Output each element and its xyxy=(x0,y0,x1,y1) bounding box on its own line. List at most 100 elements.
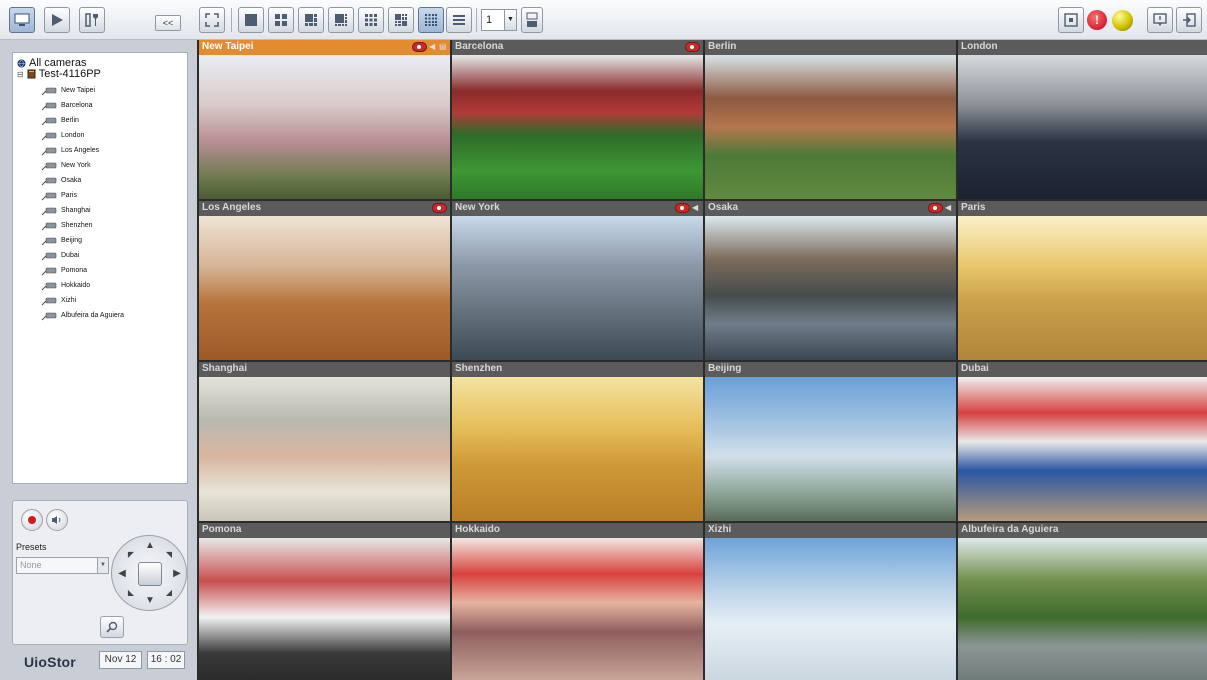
ptz-home-button[interactable] xyxy=(138,562,162,586)
playback-button[interactable] xyxy=(44,7,70,33)
camera-video-feed[interactable] xyxy=(452,377,703,521)
camera-tile[interactable]: Beijing xyxy=(705,362,956,521)
pan-up-button[interactable]: ▲ xyxy=(143,539,157,553)
camera-video-feed[interactable] xyxy=(199,538,450,680)
layout-9-button[interactable] xyxy=(358,7,384,33)
layout-9-icon xyxy=(365,14,377,26)
layout-list-button[interactable] xyxy=(446,7,472,33)
camera-video-feed[interactable] xyxy=(958,377,1207,521)
camera-tree-label: New Taipei xyxy=(61,87,96,94)
camera-tile[interactable]: Los Angeles xyxy=(199,201,450,360)
camera-tree-item[interactable]: Hokkaido xyxy=(41,278,90,293)
camera-tree-item[interactable]: London xyxy=(41,128,84,143)
pan-down-left-button[interactable]: ◣ xyxy=(124,586,138,600)
layout-16-button[interactable] xyxy=(418,7,444,33)
pan-right-button[interactable]: ▶ xyxy=(170,567,184,581)
layout-1-button[interactable] xyxy=(238,7,264,33)
camera-tile[interactable]: Pomona xyxy=(199,523,450,680)
collapse-panel-button[interactable]: << xyxy=(155,15,181,31)
collapse-toggle-icon[interactable]: ⊟ xyxy=(17,70,24,79)
camera-video-feed[interactable] xyxy=(452,216,703,360)
page-select[interactable]: 1 ▼ xyxy=(481,9,517,31)
camera-tile[interactable]: Xizhi xyxy=(705,523,956,680)
camera-video-feed[interactable] xyxy=(958,216,1207,360)
info-button[interactable] xyxy=(1147,7,1173,33)
sequence-button[interactable] xyxy=(521,7,543,33)
layout-8-icon xyxy=(335,14,347,26)
logout-button[interactable] xyxy=(1176,7,1202,33)
snapshot-icon xyxy=(1064,13,1078,27)
audio-button[interactable] xyxy=(46,509,68,531)
camera-video-feed[interactable] xyxy=(958,55,1207,199)
camera-video-feed[interactable] xyxy=(452,538,703,680)
camera-video-feed[interactable] xyxy=(705,538,956,680)
camera-video-feed[interactable] xyxy=(705,55,956,199)
settings-button[interactable] xyxy=(79,7,105,33)
camera-tile[interactable]: Barcelona xyxy=(452,40,703,199)
camera-tree-item[interactable]: Dubai xyxy=(41,248,79,263)
camera-tree-item[interactable]: Berlin xyxy=(41,113,79,128)
sequence-icon xyxy=(526,12,538,27)
camera-tile-header: Los Angeles xyxy=(199,201,450,216)
layout-16-icon xyxy=(425,14,437,26)
camera-tile-name: London xyxy=(961,41,998,52)
pan-left-button[interactable]: ◀ xyxy=(115,567,129,581)
speaker-icon xyxy=(52,516,61,524)
camera-tile[interactable]: Paris xyxy=(958,201,1207,360)
camera-tree-label: Albufeira da Aguiera xyxy=(61,312,125,319)
magnifier-icon xyxy=(106,621,118,633)
pan-up-right-button[interactable]: ◥ xyxy=(162,548,176,562)
camera-tile[interactable]: Albufeira da Aguiera xyxy=(958,523,1207,680)
layout-4-button[interactable] xyxy=(268,7,294,33)
layout-6-button[interactable] xyxy=(298,7,324,33)
pan-down-button[interactable]: ▼ xyxy=(143,594,157,608)
camera-video-feed[interactable] xyxy=(199,216,450,360)
camera-tile-header: Hokkaido xyxy=(452,523,703,538)
camera-tile[interactable]: New York ◀ xyxy=(452,201,703,360)
camera-tile[interactable]: Shenzhen xyxy=(452,362,703,521)
pan-down-right-button[interactable]: ◢ xyxy=(162,586,176,600)
layout-8-button[interactable] xyxy=(328,7,354,33)
tree-server[interactable]: ⊟ Test-4116PP xyxy=(17,68,101,80)
presets-select[interactable]: None ▼ xyxy=(16,557,109,574)
camera-video-feed[interactable] xyxy=(705,377,956,521)
camera-video-feed[interactable] xyxy=(199,377,450,521)
camera-tree-item[interactable]: Shenzhen xyxy=(41,218,93,233)
camera-tile[interactable]: Hokkaido xyxy=(452,523,703,680)
camera-tile[interactable]: London xyxy=(958,40,1207,199)
camera-tree-item[interactable]: New Taipei xyxy=(41,83,95,98)
camera-tree-item[interactable]: Albufeira da Aguiera xyxy=(41,308,124,323)
camera-video-feed[interactable] xyxy=(452,55,703,199)
record-button[interactable] xyxy=(21,509,43,531)
camera-tree-item[interactable]: New York xyxy=(41,158,91,173)
snapshot-button[interactable] xyxy=(1058,7,1084,33)
play-icon xyxy=(52,14,63,26)
camera-tree-item[interactable]: Beijing xyxy=(41,233,82,248)
camera-tree-item[interactable]: Pomona xyxy=(41,263,87,278)
layout-10-button[interactable] xyxy=(388,7,414,33)
fullscreen-button[interactable] xyxy=(199,7,225,33)
camera-tile[interactable]: Shanghai xyxy=(199,362,450,521)
pan-up-left-button[interactable]: ◤ xyxy=(124,548,138,562)
camera-tree-item[interactable]: Barcelona xyxy=(41,98,93,113)
camera-video-feed[interactable] xyxy=(958,538,1207,680)
camera-tile[interactable]: Osaka ◀ xyxy=(705,201,956,360)
camera-icon xyxy=(41,147,57,155)
alarm-icon[interactable]: ! xyxy=(1087,10,1107,30)
recording-icon xyxy=(685,42,700,52)
camera-tree-item[interactable]: Paris xyxy=(41,188,77,203)
camera-tree-item[interactable]: Xizhi xyxy=(41,293,76,308)
live-view-button[interactable] xyxy=(9,7,35,33)
camera-tile[interactable]: New Taipei ◀ ▤ xyxy=(199,40,450,199)
camera-video-feed[interactable] xyxy=(199,55,450,199)
toolbar-divider xyxy=(476,8,477,32)
camera-tree-item[interactable]: Los Angeles xyxy=(41,143,99,158)
camera-tree-item[interactable]: Osaka xyxy=(41,173,81,188)
camera-tree-item[interactable]: Shanghai xyxy=(41,203,91,218)
camera-icon xyxy=(41,132,57,140)
digital-zoom-button[interactable] xyxy=(100,616,124,638)
toolbar: << 1 ▼ ! xyxy=(0,0,1207,40)
camera-tile[interactable]: Berlin xyxy=(705,40,956,199)
camera-tile[interactable]: Dubai xyxy=(958,362,1207,521)
camera-video-feed[interactable] xyxy=(705,216,956,360)
